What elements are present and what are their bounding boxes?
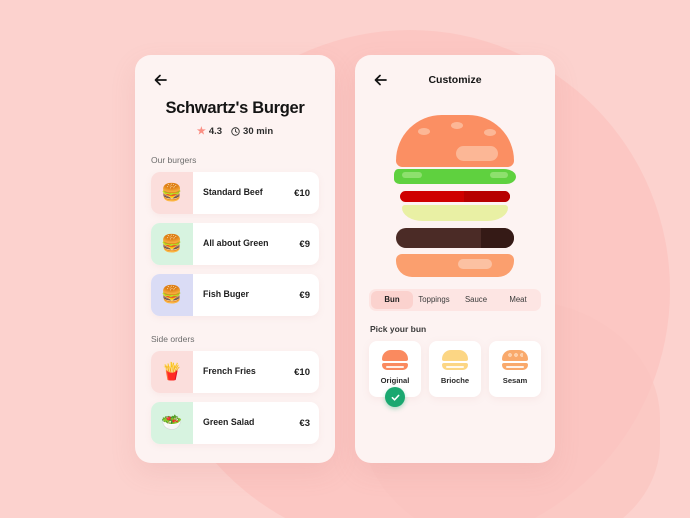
time-value: 30 min [243, 126, 274, 137]
back-button-right[interactable] [372, 71, 390, 89]
bun-icon-bottom [382, 363, 408, 370]
bun-icon-line [506, 365, 524, 368]
list-item-name: Green Salad [203, 417, 255, 428]
star-icon: ★ [196, 125, 206, 137]
bun-icon-line [386, 365, 404, 368]
layer-tomato [400, 191, 510, 202]
tab-toppings[interactable]: Toppings [413, 291, 455, 309]
bun-icon [502, 350, 528, 370]
back-button-left[interactable] [152, 71, 170, 89]
screens-stage: Schwartz's Burger ★ 4.3 30 min Our burge… [0, 0, 690, 518]
tab-bun[interactable]: Bun [371, 291, 413, 309]
list-item-name: Fish Buger [203, 289, 249, 300]
patty-shade [480, 228, 514, 248]
layer-cheese [402, 205, 508, 221]
list-item-price: €3 [299, 417, 310, 429]
burger-icon: 🍔 [151, 172, 193, 214]
layer-top-bun [396, 115, 514, 167]
list-item[interactable]: 🍔 Standard Beef €10 [151, 172, 319, 214]
list-item[interactable]: 🥗 Green Salad €3 [151, 402, 319, 444]
restaurant-meta: ★ 4.3 30 min [135, 126, 335, 137]
list-item-name: Standard Beef [203, 187, 263, 198]
list-item-price: €9 [299, 238, 310, 250]
burger-icon: 🍔 [151, 223, 193, 265]
customize-tabs: Bun Toppings Sauce Meat [369, 289, 541, 311]
list-item-name: French Fries [203, 366, 256, 377]
list-item-price: €10 [294, 187, 310, 199]
bun-option-original[interactable]: Original [369, 341, 421, 407]
check-icon [391, 394, 399, 401]
list-item[interactable]: 🍔 Fish Buger €9 [151, 274, 319, 316]
page-title: Schwartz's Burger [165, 99, 305, 117]
bun-seed [451, 122, 463, 129]
rating-value: 4.3 [208, 126, 223, 137]
bun-option-sesam[interactable]: Sesam [489, 341, 541, 397]
bun-option-label: Brioche [440, 376, 470, 385]
list-item-body: Fish Buger €9 [193, 274, 319, 316]
bun-icon-top [502, 350, 528, 361]
arrow-left-icon [374, 74, 387, 86]
bun-option-brioche[interactable]: Brioche [429, 341, 481, 397]
lettuce-highlight [490, 172, 508, 178]
burger-icon: 🍔 [151, 274, 193, 316]
tab-sauce[interactable]: Sauce [455, 291, 497, 309]
list-item-body: French Fries €10 [193, 351, 319, 393]
list-item-price: €10 [294, 366, 310, 378]
tomato-shade [463, 191, 510, 202]
bun-options: Original Brioche Sesam [369, 341, 541, 407]
restaurant-screen: Schwartz's Burger ★ 4.3 30 min Our burge… [135, 55, 335, 463]
layer-lettuce [394, 169, 516, 184]
selected-check-badge [385, 387, 405, 407]
section-label-burgers: Our burgers [151, 155, 197, 165]
list-item[interactable]: 🍟 French Fries €10 [151, 351, 319, 393]
section-label-sides: Side orders [151, 334, 195, 344]
customize-title: Customize [428, 74, 482, 86]
pick-your-bun-label: Pick your bun [370, 324, 427, 334]
lettuce-highlight [402, 172, 422, 178]
bun-icon-bottom [442, 363, 468, 370]
burger-illustration [390, 107, 520, 277]
list-item-price: €9 [299, 289, 310, 301]
bun-icon-bottom [502, 363, 528, 370]
tab-meat[interactable]: Meat [497, 291, 539, 309]
bun-seed [484, 129, 496, 136]
list-item-name: All about Green [203, 238, 269, 249]
list-item-body: Standard Beef €10 [193, 172, 319, 214]
list-item-body: Green Salad €3 [193, 402, 319, 444]
salad-icon: 🥗 [151, 402, 193, 444]
arrow-left-icon [154, 74, 167, 86]
bun-highlight [456, 146, 498, 161]
customize-screen: Customize Bun Toppings Sauce Meat Pick y… [355, 55, 555, 463]
list-item[interactable]: 🍔 All about Green €9 [151, 223, 319, 265]
fries-icon: 🍟 [151, 351, 193, 393]
time-group: 30 min [231, 126, 273, 137]
rating-group: ★ 4.3 [197, 126, 222, 137]
bun-seed [418, 128, 430, 135]
bun-highlight [458, 259, 492, 269]
bun-icon [382, 350, 408, 370]
bun-option-label: Sesam [502, 376, 528, 385]
list-item-body: All about Green €9 [193, 223, 319, 265]
layer-meat-patty [396, 228, 514, 248]
layer-bottom-bun [396, 254, 514, 277]
bun-icon-line [446, 365, 464, 368]
clock-icon [231, 127, 240, 136]
bun-icon [442, 350, 468, 370]
bun-icon-top [442, 350, 468, 361]
bun-icon-top [382, 350, 408, 361]
bun-option-label: Original [380, 376, 410, 385]
